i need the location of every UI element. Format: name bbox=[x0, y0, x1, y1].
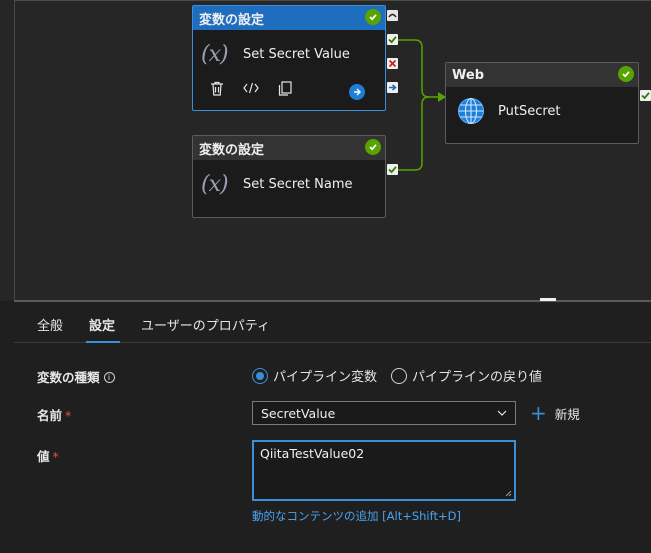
activity-name: Set Secret Value bbox=[243, 46, 350, 62]
required-asterisk: * bbox=[65, 408, 72, 423]
value-label: 値 * bbox=[37, 449, 59, 464]
info-icon[interactable]: i bbox=[103, 372, 115, 383]
value-text: QiitaTestValue02 bbox=[260, 446, 365, 461]
properties-panel: 全般 設定 ユーザーのプロパティ 変数の種類 i パイプライン変数 パイプラインの… bbox=[14, 302, 651, 553]
radio-pipeline-return-value[interactable]: パイプラインの戻り値 bbox=[391, 366, 542, 385]
tab-settings[interactable]: 設定 bbox=[89, 315, 115, 334]
activity-header: Web bbox=[446, 63, 638, 87]
copy-icon[interactable] bbox=[277, 80, 293, 96]
new-variable-label: 新規 bbox=[554, 406, 580, 422]
output-port-completion-icon[interactable] bbox=[387, 82, 398, 93]
pipeline-canvas[interactable]: 変数の設定 (x) Set Secret Value 変数の設定 (x) Set… bbox=[0, 0, 651, 301]
required-asterisk: * bbox=[52, 449, 59, 464]
go-to-activity-icon[interactable] bbox=[349, 84, 365, 100]
activity-header: 変数の設定 bbox=[193, 6, 385, 30]
radio-pipeline-return-label: パイプラインの戻り値 bbox=[412, 370, 543, 385]
activity-set-secret-value[interactable]: 変数の設定 (x) Set Secret Value bbox=[192, 5, 386, 111]
name-select[interactable]: SecretValue bbox=[252, 401, 516, 425]
plus-icon: + bbox=[530, 401, 547, 425]
success-check-icon bbox=[365, 9, 381, 25]
radio-selected-indicator bbox=[252, 367, 268, 384]
output-port-failure-icon[interactable] bbox=[387, 58, 398, 69]
activity-type-label: Web bbox=[452, 67, 484, 83]
chevron-down-icon bbox=[497, 410, 507, 416]
success-check-icon bbox=[365, 139, 381, 155]
active-tab-indicator bbox=[86, 341, 120, 343]
activity-name: Set Secret Name bbox=[243, 176, 353, 192]
variable-icon: (x) bbox=[201, 41, 229, 67]
tab-user-properties[interactable]: ユーザーのプロパティ bbox=[141, 315, 270, 334]
value-textarea[interactable]: QiitaTestValue02 bbox=[252, 440, 516, 501]
output-port-success-icon[interactable] bbox=[387, 34, 398, 45]
output-port-success-icon[interactable] bbox=[640, 90, 651, 101]
radio-pipeline-variable[interactable]: パイプライン変数 bbox=[252, 366, 377, 385]
add-dynamic-content-link[interactable]: 動的なコンテンツの追加 [Alt+Shift+D] bbox=[252, 508, 461, 524]
activity-type-label: 変数の設定 bbox=[199, 12, 265, 28]
success-check-icon bbox=[618, 66, 634, 82]
activity-type-label: 変数の設定 bbox=[199, 142, 265, 158]
new-variable-button[interactable]: + 新規 bbox=[530, 401, 580, 425]
variable-type-label: 変数の種類 i bbox=[37, 367, 115, 386]
activity-web-putsecret[interactable]: Web PutSecret bbox=[445, 62, 639, 144]
splitter-handle[interactable] bbox=[540, 298, 556, 301]
name-select-value: SecretValue bbox=[261, 405, 336, 421]
activity-header: 変数の設定 bbox=[193, 136, 385, 160]
activity-set-secret-name[interactable]: 変数の設定 (x) Set Secret Name bbox=[192, 135, 386, 218]
output-port-success-icon[interactable] bbox=[387, 164, 398, 175]
delete-icon[interactable] bbox=[209, 80, 225, 96]
properties-tabs: 全般 設定 ユーザーのプロパティ bbox=[14, 302, 651, 343]
code-icon[interactable] bbox=[243, 80, 259, 96]
radio-unselected-indicator bbox=[391, 367, 407, 384]
resize-grip-icon[interactable] bbox=[505, 490, 512, 497]
activity-name: PutSecret bbox=[498, 103, 561, 119]
tab-general[interactable]: 全般 bbox=[37, 315, 63, 334]
output-port-skip-icon[interactable] bbox=[387, 10, 398, 21]
globe-icon bbox=[456, 96, 486, 126]
variable-icon: (x) bbox=[201, 171, 229, 197]
radio-pipeline-variable-label: パイプライン変数 bbox=[273, 370, 378, 385]
name-label: 名前 * bbox=[37, 408, 72, 423]
